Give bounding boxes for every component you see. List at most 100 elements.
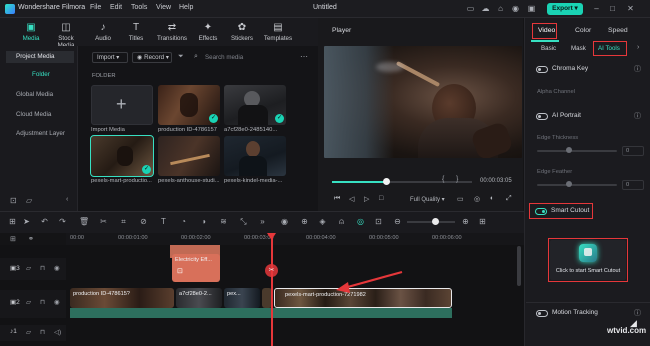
menu-tools[interactable]: Tools xyxy=(131,4,147,11)
ai-portrait-toggle[interactable] xyxy=(536,113,548,120)
folder-icon[interactable]: ▱ xyxy=(26,298,31,306)
media-thumb[interactable] xyxy=(224,136,286,176)
speed-icon[interactable]: ◔ xyxy=(179,217,188,226)
transform-icon[interactable]: ⤡ xyxy=(239,217,248,226)
zoom-out-icon[interactable]: ⊖ xyxy=(393,217,402,226)
lock-icon[interactable]: ⊓ xyxy=(40,298,45,306)
close-icon[interactable]: ✕ xyxy=(626,4,635,13)
monitor-icon[interactable]: ▭ xyxy=(466,4,475,13)
media-thumb-selected[interactable]: ✓ xyxy=(90,135,154,177)
video-clip[interactable]: production ID-478615? xyxy=(70,288,174,308)
motion-tracking-info-icon[interactable]: ⓘ xyxy=(634,308,641,318)
cut-icon[interactable]: ✂ xyxy=(99,217,108,226)
collapse-icon[interactable]: ‹ xyxy=(66,196,68,203)
split-marker-icon[interactable]: ✂ xyxy=(265,264,278,277)
new-folder-icon[interactable]: ⊡ xyxy=(10,196,17,205)
media-thumb[interactable]: ✓ xyxy=(158,85,220,125)
sidebar-item-global-media[interactable]: Global Media xyxy=(6,89,74,101)
maximize-icon[interactable]: □ xyxy=(608,4,617,13)
mark-in-icon[interactable]: { xyxy=(442,176,444,183)
link-icon[interactable]: ⚭ xyxy=(28,235,34,243)
folder-icon[interactable]: ▱ xyxy=(26,328,31,336)
split-icon[interactable]: ⊘ xyxy=(139,217,148,226)
subtab-mask[interactable]: Mask xyxy=(571,45,586,52)
timeline-vertical-scrollbar[interactable] xyxy=(517,246,521,286)
cursor-icon[interactable]: ➤ xyxy=(22,217,31,226)
menu-file[interactable]: File xyxy=(90,4,101,11)
undo-icon[interactable]: ↶ xyxy=(40,217,49,226)
tab-video[interactable]: Video xyxy=(538,27,555,34)
delete-icon[interactable]: 🗑 xyxy=(79,217,89,226)
sidebar-item-adjustment-layer[interactable]: Adjustment Layer xyxy=(6,128,74,140)
stop-icon[interactable]: □ xyxy=(379,195,383,202)
layout-icon[interactable]: ⊞ xyxy=(8,217,17,226)
edge-feather-slider[interactable] xyxy=(537,184,617,186)
tab-effects[interactable]: ✦ Effects xyxy=(191,19,225,45)
folder-icon[interactable]: ▱ xyxy=(26,196,32,205)
edge-thickness-value[interactable]: 0 xyxy=(622,146,644,156)
media-thumb[interactable]: ✓ xyxy=(224,85,286,125)
audio-wave-icon[interactable]: ≋ xyxy=(219,217,228,226)
gift-icon[interactable]: ⌂ xyxy=(496,4,505,13)
mic-icon[interactable]: ⍝ xyxy=(337,217,346,226)
tab-templates[interactable]: ▤ Templates xyxy=(261,19,295,45)
smart-cutout-toggle[interactable] xyxy=(535,208,547,215)
record-dropdown[interactable]: ◉ Record ▾ xyxy=(132,52,172,63)
quality-dropdown[interactable]: Full Quality ▾ xyxy=(410,196,445,203)
fullscreen-icon[interactable]: ⤢ xyxy=(506,195,512,203)
sidebar-item-folder[interactable]: Folder xyxy=(6,69,74,81)
import-media-tile[interactable]: + xyxy=(91,85,153,125)
search-input[interactable]: Search media xyxy=(205,54,243,61)
cloud-icon[interactable]: ☁ xyxy=(481,4,490,13)
play-icon[interactable]: ▷ xyxy=(364,195,369,203)
start-smart-cutout-button[interactable]: Click to start Smart Cutout xyxy=(550,240,626,280)
redo-icon[interactable]: ↷ xyxy=(58,217,67,226)
marker-icon[interactable]: ⊕ xyxy=(300,217,309,226)
playback-progress[interactable] xyxy=(332,181,472,183)
zoom-slider[interactable] xyxy=(407,221,455,223)
notification-icon[interactable]: ▣ xyxy=(527,4,536,13)
edge-feather-handle[interactable] xyxy=(566,181,572,187)
video-clip[interactable]: pex... xyxy=(224,288,260,308)
ai-portrait-info-icon[interactable]: ⓘ xyxy=(634,111,641,121)
tab-audio[interactable]: ♪ Audio xyxy=(86,19,120,45)
sidebar-item-cloud-media[interactable]: Cloud Media xyxy=(6,109,74,121)
motion-tracking-toggle[interactable] xyxy=(536,310,548,317)
display-icon[interactable]: ▭ xyxy=(457,195,464,203)
grid-icon[interactable]: ⊞ xyxy=(478,217,487,226)
more-tools-icon[interactable]: » xyxy=(258,217,267,226)
ai-icon[interactable]: ◎ xyxy=(356,217,365,226)
menu-help[interactable]: Help xyxy=(179,4,193,11)
menu-edit[interactable]: Edit xyxy=(110,4,122,11)
playhead[interactable] xyxy=(271,233,273,346)
speaker-icon[interactable]: ◁) xyxy=(54,328,61,336)
minimize-icon[interactable]: – xyxy=(592,4,601,13)
headset-icon[interactable]: ◉ xyxy=(511,4,520,13)
subtab-ai-tools[interactable]: AI Tools xyxy=(598,45,620,52)
eye-icon[interactable]: ◉ xyxy=(54,298,60,306)
more-tabs-icon[interactable]: › xyxy=(637,44,639,51)
sidebar-item-project-media[interactable]: Project Media xyxy=(6,51,74,63)
text-icon[interactable]: T xyxy=(159,217,168,226)
snapshot-icon[interactable]: ◎ xyxy=(474,195,480,203)
menu-view[interactable]: View xyxy=(156,4,171,11)
edge-feather-value[interactable]: 0 xyxy=(622,180,644,190)
step-back-icon[interactable]: ◁ xyxy=(349,195,354,203)
eye-icon[interactable]: ◉ xyxy=(54,264,60,272)
import-dropdown[interactable]: Import ▾ xyxy=(92,52,128,63)
lock-icon[interactable]: ⊓ xyxy=(40,264,45,272)
mark-out-icon[interactable]: } xyxy=(456,176,458,183)
video-clip[interactable]: a7cf28e0-2... xyxy=(176,288,222,308)
crop-icon[interactable]: ⌗ xyxy=(119,217,128,226)
add-track-icon[interactable]: ⊞ xyxy=(10,235,16,243)
zoom-in-icon[interactable]: ⊕ xyxy=(461,217,470,226)
tab-stock-media[interactable]: ◫Stock Media xyxy=(49,19,83,49)
shield-icon[interactable]: ◈ xyxy=(318,217,327,226)
edge-thickness-handle[interactable] xyxy=(566,147,572,153)
chroma-key-info-icon[interactable]: ⓘ xyxy=(634,64,641,74)
title-clip[interactable]: Electricity Eff... ⊡ xyxy=(172,254,220,282)
tab-transitions[interactable]: ⇄ Transitions xyxy=(155,19,189,45)
tab-speed[interactable]: Speed xyxy=(608,27,628,34)
export-button[interactable]: Export ▾ xyxy=(547,3,583,15)
video-preview[interactable] xyxy=(324,46,522,158)
